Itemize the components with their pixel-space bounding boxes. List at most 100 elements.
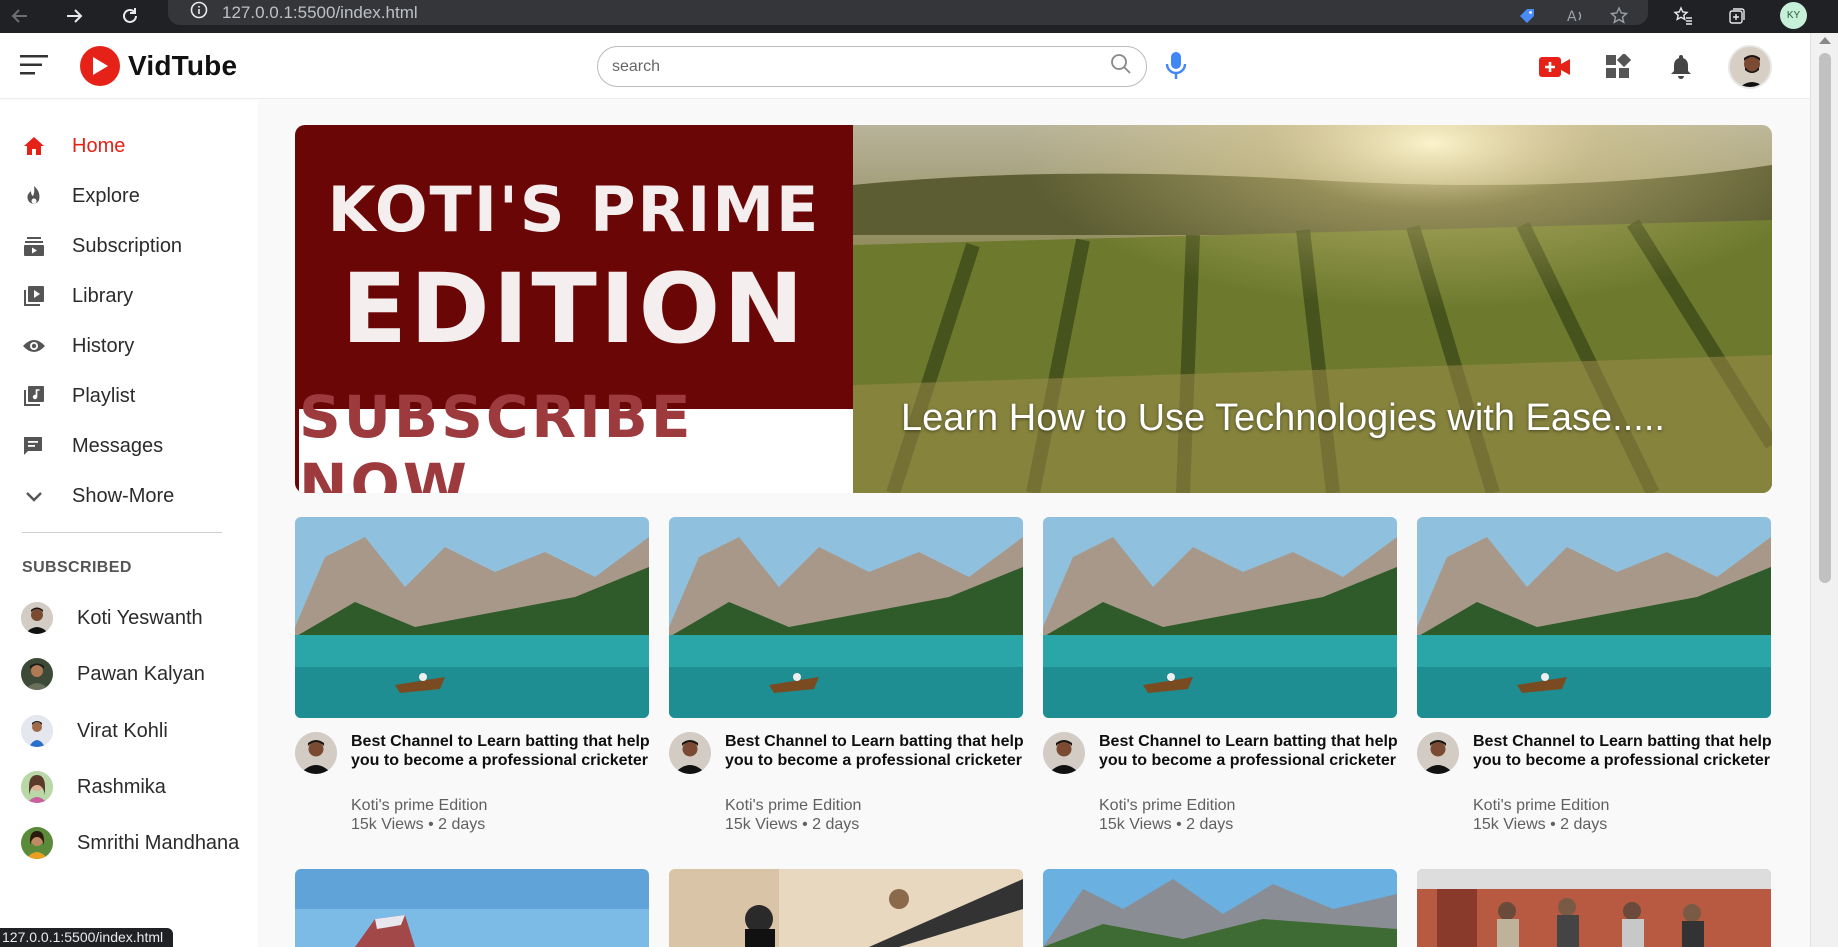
video-thumbnail[interactable] [1417,517,1771,718]
search-input[interactable] [612,57,1110,76]
channel-avatar [21,771,53,803]
sidebar: Home Explore Subscription Library Histor… [0,100,258,947]
subscribed-heading: SUBSCRIBED [22,559,132,576]
search-icon[interactable] [1110,53,1132,80]
sidebar-item-library[interactable]: Library [0,274,258,318]
video-card[interactable]: Best Channel to Learn batting that help … [669,517,1025,833]
scroll-thumb[interactable] [1819,53,1831,583]
playlist-icon [22,384,46,408]
video-title[interactable]: Best Channel to Learn batting that help … [725,732,1025,770]
banner-line2: EDITION [341,253,807,365]
video-title[interactable]: Best Channel to Learn batting that help … [351,732,651,770]
channel-avatar[interactable] [669,732,711,774]
svg-text:A: A [1567,9,1577,25]
scroll-up-icon[interactable] [1819,37,1831,44]
sidebar-item-messages[interactable]: Messages [0,424,258,468]
apps-icon[interactable] [1601,50,1635,84]
sidebar-item-label: Subscription [72,234,183,257]
sidebar-item-history[interactable]: History [0,324,258,368]
banner-tagline: Learn How to Use Technologies with Ease.… [901,397,1665,439]
video-stats: 15k Views • 2 days [725,816,860,833]
history-icon [22,334,46,358]
video-card[interactable]: Best Channel to Learn batting that help … [1417,517,1773,833]
video-card[interactable]: Best Channel to Learn batting that help … [1043,517,1399,833]
channel-avatar [21,602,53,634]
link-status-url: 127.0.0.1:5500/index.html [0,928,174,947]
chevron-down-icon [22,484,46,508]
menu-icon[interactable] [20,54,48,76]
subscribe-now-strip[interactable]: SUBSCRIBE NOW [299,383,857,493]
explore-icon [22,184,46,208]
sidebar-item-show-more[interactable]: Show-More [0,474,258,518]
reload-icon[interactable] [118,4,142,28]
page-scrollbar[interactable] [1810,33,1838,947]
video-thumbnail[interactable] [295,517,649,718]
address-bar[interactable]: 127.0.0.1:5500/index.html [168,0,1648,25]
channel-name: Koti Yeswanth [77,606,203,629]
favorites-icon[interactable] [1670,3,1696,29]
microphone-icon[interactable] [1163,51,1189,86]
sidebar-item-label: Home [72,134,126,157]
video-thumbnail[interactable] [1043,517,1397,718]
collections-icon[interactable] [1724,3,1750,29]
channel-avatar[interactable] [295,732,337,774]
search-bar [597,46,1147,87]
subscribed-channel-rashmika[interactable]: Rashmika [0,763,258,811]
sidebar-item-explore[interactable]: Explore [0,174,258,218]
sidebar-item-label: Library [72,284,134,307]
video-thumbnail[interactable] [1043,869,1397,947]
channel-banner[interactable]: KOTI'S PRIME EDITION SUBSCRIBE NOW Learn… [295,125,1772,493]
library-icon [22,284,46,308]
channel-avatar [21,827,53,859]
channel-avatar [21,658,53,690]
browser-toolbar: 127.0.0.1:5500/index.html A KY [0,0,1838,33]
subscribed-channel-virat-kohli[interactable]: Virat Kohli [0,707,258,755]
sidebar-item-label: History [72,334,135,357]
subscribe-now-text: SUBSCRIBE NOW [299,383,694,493]
vineyard-image: Learn How to Use Technologies with Ease.… [853,125,1772,493]
video-stats: 15k Views • 2 days [1099,816,1234,833]
sidebar-item-home[interactable]: Home [0,124,258,168]
banner-line1: KOTI'S PRIME [327,173,821,246]
favorite-add-icon[interactable] [1606,3,1632,29]
messages-icon [22,434,46,458]
channel-avatar[interactable] [1043,732,1085,774]
channel-avatar[interactable] [1417,732,1459,774]
upload-video-icon[interactable] [1538,50,1572,84]
tag-icon[interactable] [1514,3,1540,29]
subscribed-channel-smrithi-mandhana[interactable]: Smrithi Mandhana [0,819,258,867]
video-card[interactable]: Best Channel to Learn batting that help … [295,517,651,833]
video-stats: 15k Views • 2 days [1473,816,1608,833]
sidebar-item-subscription[interactable]: Subscription [0,224,258,268]
sidebar-item-playlist[interactable]: Playlist [0,374,258,418]
video-channel[interactable]: Koti's prime Edition [1099,797,1235,815]
channel-avatar [21,715,53,747]
read-aloud-icon[interactable]: A [1562,3,1588,29]
video-thumbnail[interactable] [295,869,649,947]
notifications-bell-icon[interactable] [1664,50,1698,84]
user-avatar[interactable] [1728,45,1772,89]
video-title[interactable]: Best Channel to Learn batting that help … [1473,732,1773,770]
video-thumbnail[interactable] [669,869,1023,947]
forward-icon[interactable] [62,4,86,28]
info-icon[interactable] [190,1,208,24]
subscribed-channel-koti-yeswanth[interactable]: Koti Yeswanth [0,594,258,642]
video-channel[interactable]: Koti's prime Edition [351,797,487,815]
sidebar-item-label: Playlist [72,384,136,407]
channel-name: Smrithi Mandhana [77,831,240,854]
brand-logo[interactable]: VidTube [80,46,237,86]
url-text[interactable]: 127.0.0.1:5500/index.html [222,3,418,23]
video-thumbnail[interactable] [669,517,1023,718]
subscribed-channel-pawan-kalyan[interactable]: Pawan Kalyan [0,650,258,698]
video-thumbnail[interactable] [1417,869,1771,947]
channel-name: Virat Kohli [77,719,168,742]
video-channel[interactable]: Koti's prime Edition [725,797,861,815]
back-icon[interactable] [8,4,32,28]
browser-profile-avatar[interactable]: KY [1780,2,1807,29]
sidebar-item-label: Show-More [72,484,175,507]
video-channel[interactable]: Koti's prime Edition [1473,797,1609,815]
subscription-icon [22,234,46,258]
video-stats: 15k Views • 2 days [351,816,486,833]
home-icon [22,134,46,158]
video-title[interactable]: Best Channel to Learn batting that help … [1099,732,1399,770]
